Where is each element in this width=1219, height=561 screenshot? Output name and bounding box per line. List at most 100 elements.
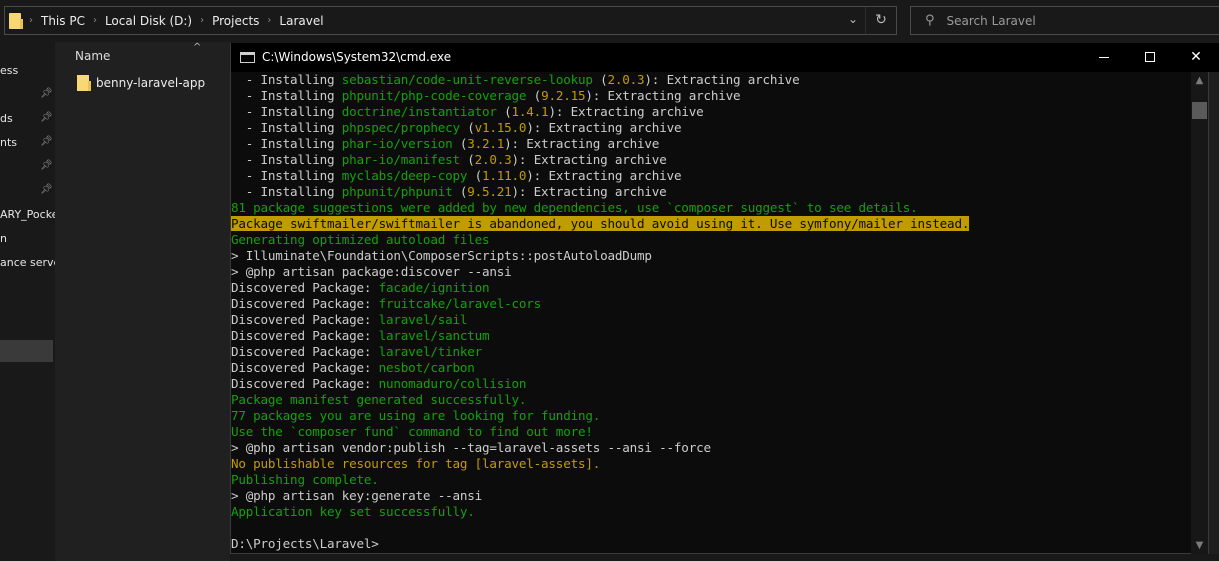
address-bar[interactable]: › This PC › Local Disk (D:) › Projects ›… (4, 6, 897, 35)
breadcrumb-local-disk[interactable]: Local Disk (D:) (105, 14, 192, 28)
scroll-down-icon[interactable]: ▼ (1191, 537, 1208, 554)
console-line: - Installing phar-io/version (3.2.1): Ex… (231, 136, 1191, 152)
minimize-button[interactable] (1081, 43, 1127, 72)
console-line: Discovered Package: laravel/sail (231, 312, 1191, 328)
console-text: > @php artisan key:generate --ansi (231, 488, 482, 503)
breadcrumb-laravel[interactable]: Laravel (279, 14, 323, 28)
console-text: - Installing (231, 184, 342, 199)
console-text: facade/ignition (378, 280, 490, 295)
console-text: Generating optimized autoload files (231, 232, 490, 247)
chevron-down-icon[interactable]: ⌄ (848, 12, 858, 26)
console-line: Package swiftmailer/swiftmailer is aband… (231, 216, 1191, 232)
nav-item[interactable]: ARY_Pocke (0, 204, 55, 226)
console-text: ): Extracting archive (526, 120, 682, 135)
console-text: - Installing (231, 136, 342, 151)
console-text: - Installing (231, 104, 342, 119)
navigation-pane: ess 📌︎ ds 📌︎ nts 📌︎ 📌︎ 📌︎ ARY_Pocke n an… (0, 42, 55, 561)
file-item[interactable]: benny-laravel-app (77, 75, 205, 91)
chevron-right-icon[interactable]: › (200, 15, 204, 26)
console-text: ( (496, 104, 512, 119)
nav-item[interactable]: ess (0, 60, 55, 82)
console-text: ): Extracting archive (644, 72, 800, 87)
console-text: > @php artisan vendor:publish --tag=lara… (231, 440, 711, 455)
console-line: > @php artisan vendor:publish --tag=lara… (231, 440, 1191, 456)
folder-icon (9, 12, 23, 29)
console-text: Discovered Package: (231, 312, 379, 327)
console-text: phpunit/phpunit (341, 184, 453, 199)
console-text: ): Extracting archive (504, 136, 660, 151)
nav-item[interactable]: n (0, 228, 55, 250)
console-text: 3.2.1 (467, 136, 505, 151)
console-line: Discovered Package: facade/ignition (231, 280, 1191, 296)
vertical-scrollbar[interactable]: ▲ ▼ (1191, 72, 1208, 554)
console-text: ( (459, 120, 475, 135)
console-text: Discovered Package: (231, 344, 379, 359)
console-text: laravel/tinker (378, 344, 483, 359)
console-text: > @php artisan package:discover --ansi (231, 264, 512, 279)
console-text: phpspec/prophecy (341, 120, 460, 135)
chevron-right-icon[interactable]: › (267, 15, 271, 26)
breadcrumb-projects[interactable]: Projects (212, 14, 259, 28)
console-text: ): Extracting archive (511, 152, 667, 167)
nav-item-selected[interactable] (0, 340, 53, 362)
file-name: benny-laravel-app (96, 76, 206, 90)
console-text: nunomaduro/collision (378, 376, 527, 391)
refresh-button[interactable]: ↻ (865, 7, 896, 34)
console-text: - Installing (231, 88, 342, 103)
console-line: Discovered Package: laravel/sanctum (231, 328, 1191, 344)
console-text: Package manifest generated successfully. (231, 392, 527, 407)
window-title: C:\Windows\System32\cmd.exe (262, 50, 452, 64)
console-text: nesbot/carbon (378, 360, 475, 375)
console-text: fruitcake/laravel-cors (378, 296, 542, 311)
breadcrumb-this-pc[interactable]: This PC (41, 14, 85, 28)
pin-icon: 📌︎ (40, 88, 53, 99)
pin-icon: 📌︎ (40, 112, 53, 123)
console-text: ( (452, 136, 468, 151)
window-edge (1208, 72, 1219, 554)
console-text: 1.4.1 (511, 104, 549, 119)
chevron-right-icon[interactable]: › (29, 15, 33, 26)
console-text: - Installing (231, 168, 342, 183)
console-text: phar-io/manifest (341, 152, 460, 167)
console-text: > Illuminate\Foundation\ComposerScripts:… (231, 248, 652, 263)
console-text: - Installing (231, 152, 342, 167)
console-text: 9.2.15 (541, 88, 586, 103)
console-text: Discovered Package: (231, 328, 379, 343)
console-text: 2.0.3 (474, 152, 512, 167)
scrollbar-thumb[interactable] (1192, 102, 1207, 119)
console-text: Application key set successfully. (231, 504, 475, 519)
search-input[interactable]: ⚲ Search Laravel (910, 6, 1219, 35)
console-line: - Installing sebastian/code-unit-reverse… (231, 72, 1191, 88)
console-line: - Installing phar-io/manifest (2.0.3): E… (231, 152, 1191, 168)
column-header-name[interactable]: Name (75, 49, 110, 63)
console-text: ): Extracting archive (548, 104, 704, 119)
nav-item[interactable]: ance server (0, 252, 55, 274)
scroll-up-icon[interactable]: ▲ (1191, 72, 1208, 89)
console-text: phar-io/version (341, 136, 453, 151)
console-line: No publishable resources for tag [larave… (231, 456, 1191, 472)
console-text: ( (592, 72, 608, 87)
search-icon: ⚲ (925, 13, 935, 28)
console-text: ( (467, 168, 483, 183)
search-placeholder: Search Laravel (946, 13, 1036, 28)
console-text: laravel/sanctum (378, 328, 490, 343)
console-line: - Installing phpspec/prophecy (v1.15.0):… (231, 120, 1191, 136)
console-text: D:\Projects\Laravel> (231, 536, 379, 551)
console-text: ): Extracting archive (526, 168, 682, 183)
maximize-button[interactable] (1127, 43, 1173, 72)
pin-icon: 📌︎ (40, 184, 53, 195)
console-output[interactable]: - Installing sebastian/code-unit-reverse… (231, 72, 1191, 554)
console-line: - Installing phpunit/phpunit (9.5.21): E… (231, 184, 1191, 200)
console-text: ( (459, 152, 475, 167)
close-button[interactable]: ✕ (1173, 43, 1219, 72)
console-text: ( (452, 184, 468, 199)
console-text: Discovered Package: (231, 280, 379, 295)
sort-ascending-icon: ^ (193, 42, 202, 53)
chevron-right-icon[interactable]: › (93, 15, 97, 26)
console-line: > @php artisan package:discover --ansi (231, 264, 1191, 280)
console-text: Discovered Package: (231, 360, 379, 375)
console-text: Use the `composer fund` command to find … (231, 424, 593, 439)
cmd-title-bar[interactable]: C:\Windows\System32\cmd.exe ✕ (231, 43, 1219, 72)
console-text: doctrine/instantiator (341, 104, 497, 119)
nav-item-label: n (0, 232, 7, 245)
